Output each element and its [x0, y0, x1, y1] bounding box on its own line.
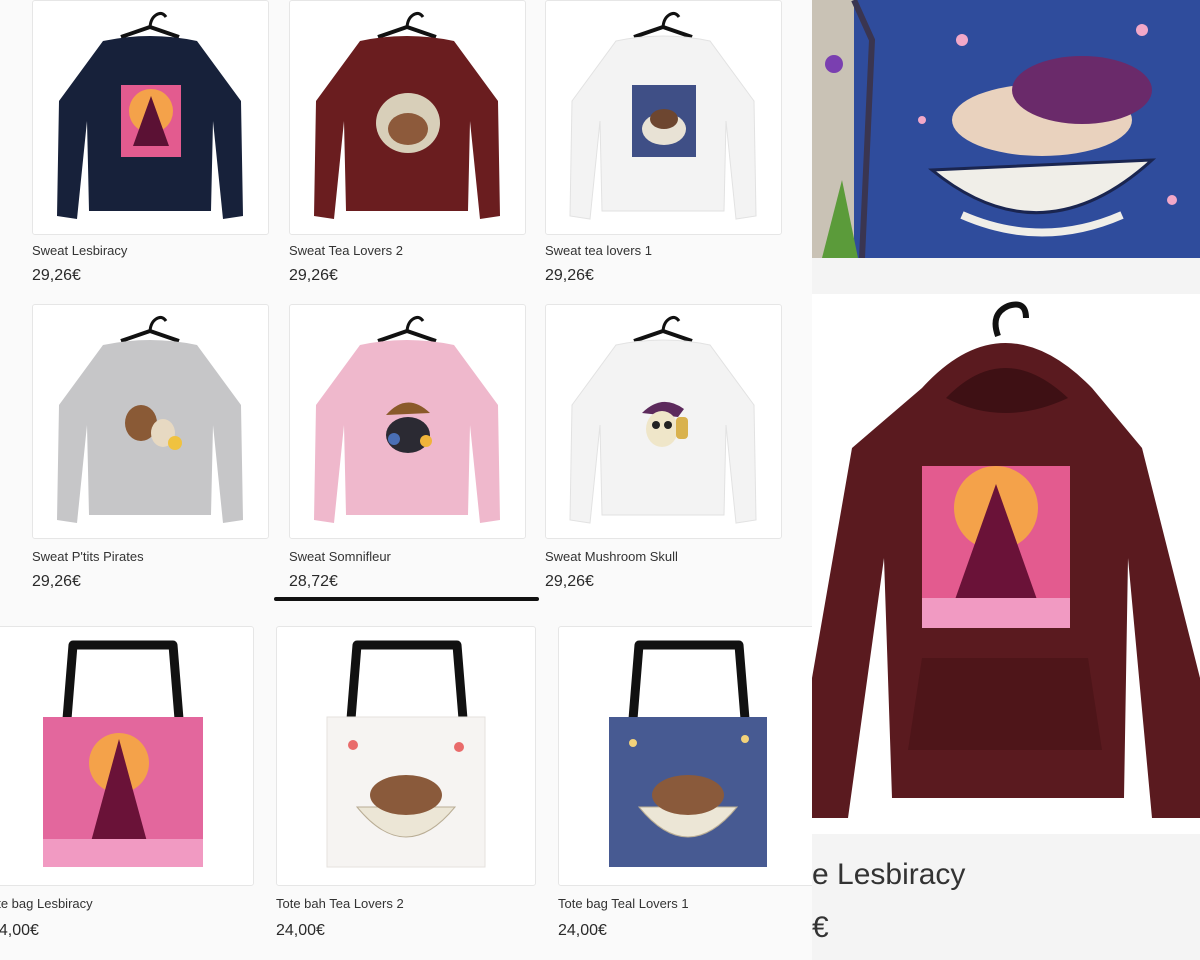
product-name[interactable]: ote bag Lesbiracy: [0, 896, 93, 911]
product-main-image[interactable]: [812, 258, 1200, 838]
product-price: 29,26€: [545, 573, 594, 590]
product-price-large: €: [812, 911, 829, 944]
product-name[interactable]: Sweat tea lovers 1: [545, 243, 652, 258]
sweater-grid: Sweat Lesbiracy 29,26€ Sweat Tea Lovers …: [0, 0, 812, 606]
product-image[interactable]: [32, 0, 269, 235]
product-name[interactable]: Sweat Lesbiracy: [32, 243, 127, 258]
product-image[interactable]: [289, 304, 526, 539]
product-detail: e Lesbiracy €: [812, 258, 1200, 960]
product-price: 24,00€: [558, 922, 607, 939]
product-price: 29,26€: [289, 267, 338, 284]
product-name[interactable]: Sweat Mushroom Skull: [545, 549, 678, 564]
product-name[interactable]: Tote bag Teal Lovers 1: [558, 896, 689, 911]
product-image[interactable]: [276, 626, 536, 886]
hover-underline: [274, 597, 539, 601]
product-title: e Lesbiracy: [812, 858, 966, 891]
product-price: 29,26€: [32, 573, 81, 590]
product-name[interactable]: Tote bah Tea Lovers 2: [276, 896, 404, 911]
product-price: 29,26€: [545, 267, 594, 284]
product-price: 29,26€: [32, 267, 81, 284]
tote-grid: ote bag Lesbiracy 24,00€ Tote bah Tea Lo…: [0, 606, 812, 960]
product-price: 24,00€: [276, 922, 325, 939]
product-name[interactable]: Sweat Tea Lovers 2: [289, 243, 403, 258]
product-price: 28,72€: [289, 573, 338, 590]
product-image[interactable]: [0, 626, 254, 886]
product-image[interactable]: [545, 304, 782, 539]
product-price: 24,00€: [0, 922, 39, 939]
product-image[interactable]: [32, 304, 269, 539]
product-name[interactable]: Sweat P'tits Pirates: [32, 549, 144, 564]
product-image[interactable]: [289, 0, 526, 235]
product-image[interactable]: [558, 626, 812, 886]
artwork-image: [812, 0, 1200, 258]
product-image[interactable]: [545, 0, 782, 235]
product-name[interactable]: Sweat Somnifleur: [289, 549, 391, 564]
